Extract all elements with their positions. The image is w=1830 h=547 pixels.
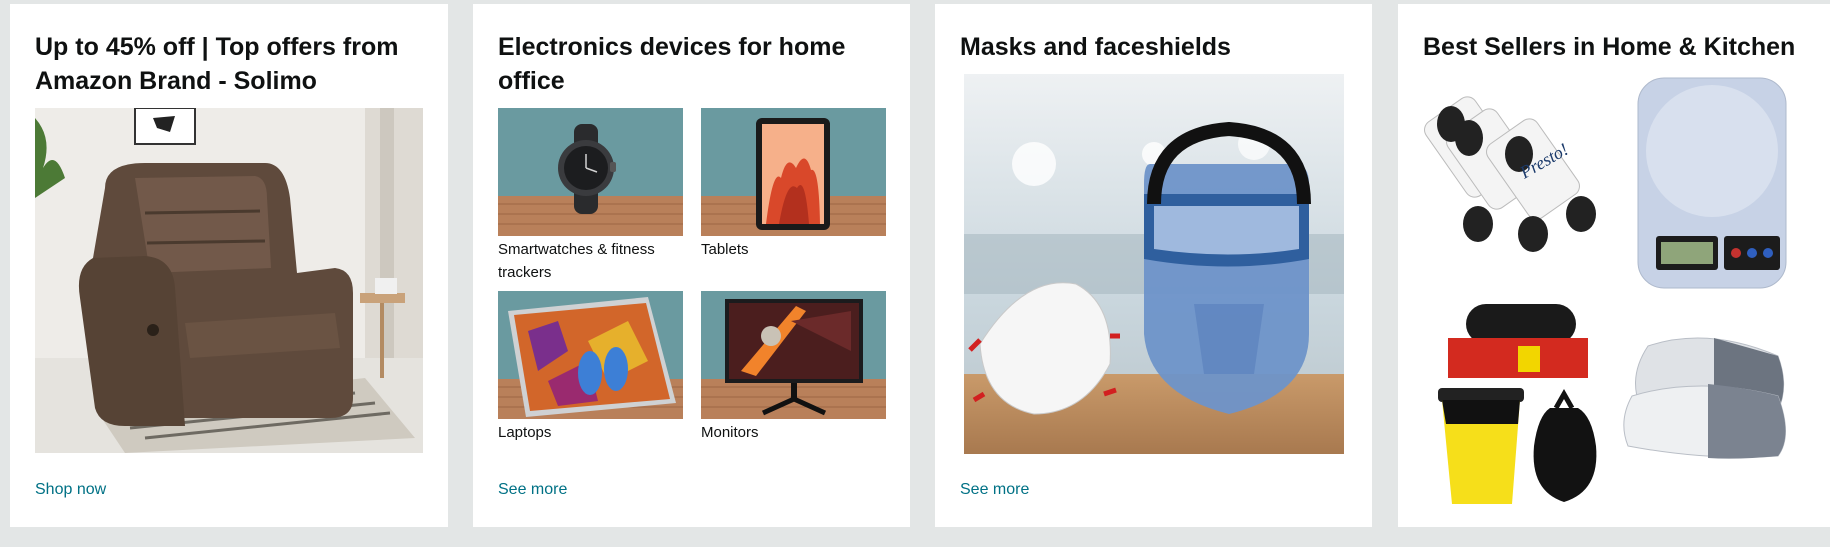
grid-item-tablets[interactable]: Tablets <box>701 108 886 261</box>
grid-item-laptops[interactable]: Laptops <box>498 291 683 444</box>
pillows-image[interactable] <box>1618 326 1798 476</box>
electronics-card: Electronics devices for home office Smar… <box>473 4 910 527</box>
item-label: Tablets <box>701 241 749 258</box>
card-title: Up to 45% off | Top offers from Amazon B… <box>35 33 399 95</box>
card-title: Best Sellers in Home & Kitchen <box>1423 33 1796 61</box>
dustbin-and-bags-image[interactable] <box>1438 296 1608 512</box>
mask-faceshield-image[interactable] <box>964 74 1344 454</box>
grid-item-monitors[interactable]: Monitors <box>701 291 886 444</box>
card-title: Masks and faceshields <box>960 33 1231 61</box>
tablet-image <box>701 108 886 236</box>
see-more-link[interactable]: See more <box>498 481 567 499</box>
masks-card: Masks and faceshields See more <box>935 4 1372 527</box>
garbage-bag-rolls-image[interactable]: Presto! <box>1423 84 1608 274</box>
see-more-link[interactable]: See more <box>960 481 1029 499</box>
laptop-image <box>498 291 683 419</box>
item-label: Monitors <box>701 424 759 441</box>
kitchen-scale-image[interactable] <box>1626 76 1788 290</box>
smartwatch-image <box>498 108 683 236</box>
item-label: Laptops <box>498 424 552 441</box>
card-title: Electronics devices for home office <box>498 33 846 95</box>
item-label: Smartwatches & fitness trackers <box>498 241 655 281</box>
best-sellers-card: Best Sellers in Home & Kitchen Presto! <box>1398 4 1830 527</box>
recliner-chair-image[interactable] <box>35 108 423 453</box>
monitor-image <box>701 291 886 419</box>
grid-item-smartwatches[interactable]: Smartwatches & fitness trackers <box>498 108 683 284</box>
solimo-offer-card: Up to 45% off | Top offers from Amazon B… <box>10 4 448 527</box>
shop-now-link[interactable]: Shop now <box>35 481 106 499</box>
